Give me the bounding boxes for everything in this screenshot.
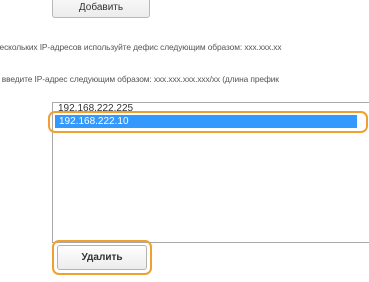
ip-address-settings-page: Добавить нескольких IP-адресов используй… — [0, 0, 369, 282]
add-button[interactable]: Добавить — [52, 0, 150, 18]
ip-address-list-item[interactable]: 192.168.222.225 — [54, 103, 369, 115]
ip-address-list[interactable]: 192.168.222.225 192.168.222.10 — [52, 102, 369, 243]
delete-button[interactable]: Удалить — [57, 245, 147, 270]
ip-range-hint: нескольких IP-адресов используйте дефис … — [0, 42, 282, 52]
ip-address-list-item-selected[interactable]: 192.168.222.10 — [55, 115, 357, 128]
ip-prefix-hint: а введите IP-адрес следующим образом: хх… — [0, 74, 279, 84]
